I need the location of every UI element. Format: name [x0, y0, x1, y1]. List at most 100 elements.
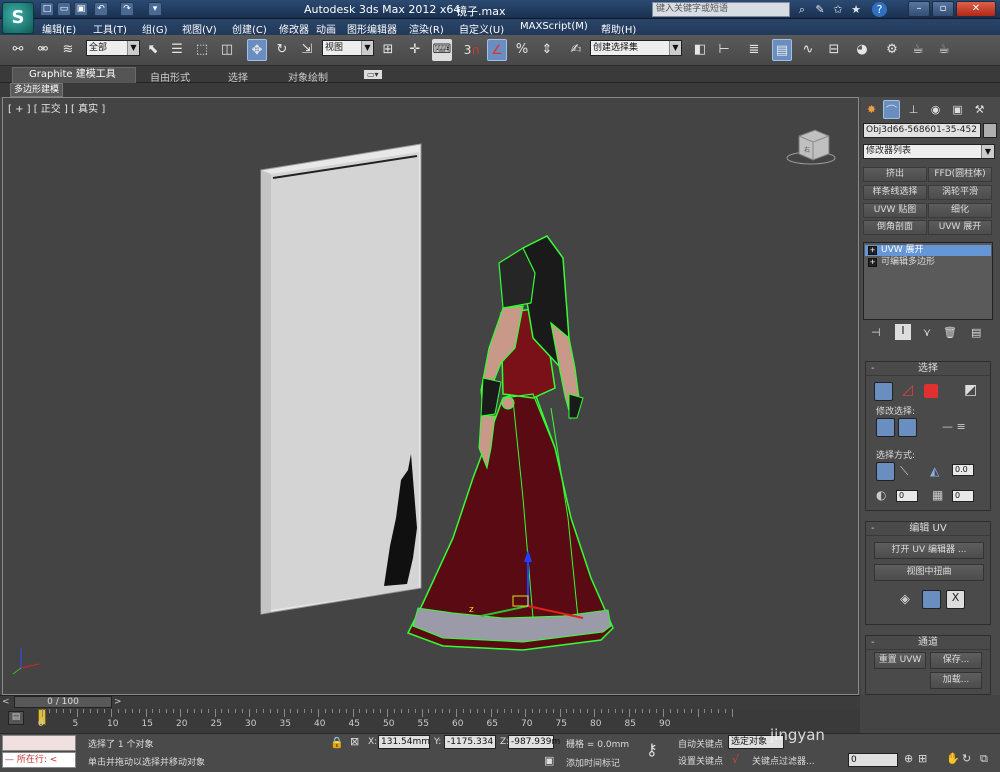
display-tab-icon[interactable]: ▣: [949, 100, 966, 119]
material-editor-icon[interactable]: ◕: [852, 39, 872, 61]
undo-icon[interactable]: ↶: [94, 2, 108, 16]
add-time-tag[interactable]: 添加时间标记: [566, 756, 620, 769]
edit-named-sets-icon[interactable]: ✍: [566, 39, 586, 61]
planar-map-icon[interactable]: [922, 590, 941, 609]
make-unique-icon[interactable]: ⋎: [923, 326, 931, 339]
menu-graph-editors[interactable]: 图形编辑器: [347, 21, 397, 36]
modifier-ffd-button[interactable]: FFD(圆柱体): [928, 167, 992, 182]
polygon-mode-icon[interactable]: [924, 384, 938, 398]
menu-create[interactable]: 创建(C): [232, 21, 267, 36]
vertex-mode-icon[interactable]: [874, 382, 893, 401]
select-move-icon[interactable]: ✥: [247, 39, 267, 61]
modifier-unwrap-uvw-button[interactable]: UVW 展开: [928, 220, 992, 235]
select-manipulate-icon[interactable]: ✛: [405, 39, 425, 61]
ignore-backfaces-icon[interactable]: ⟍: [900, 464, 908, 479]
hierarchy-tab-icon[interactable]: ⊥: [905, 100, 922, 119]
configure-sets-icon[interactable]: ▤: [971, 326, 981, 339]
save-icon[interactable]: ▣: [74, 2, 88, 16]
track-bar[interactable]: ▤ 0 5 10 15 20 25 30 35 40 45 50 55 60 65 70 75 80 85 90: [0, 709, 860, 733]
select-by-element-icon[interactable]: [876, 462, 895, 481]
light-bulb-icon[interactable]: +: [868, 246, 877, 255]
maximize-button[interactable]: ▫: [932, 1, 954, 17]
z-coord-field[interactable]: -987.939m: [508, 735, 560, 749]
absolute-mode-icon[interactable]: ⊠: [350, 735, 359, 748]
rendered-frame-icon[interactable]: ☕: [908, 39, 928, 61]
modifier-extrude-button[interactable]: 挤出: [863, 167, 927, 182]
graphite-toggle-icon[interactable]: ▤: [772, 39, 792, 61]
select-by-id-icon[interactable]: ◐: [876, 488, 886, 502]
menu-animation[interactable]: 动画: [316, 21, 336, 36]
menu-modifiers[interactable]: 修改器: [279, 21, 309, 36]
menu-views[interactable]: 视图(V): [182, 21, 217, 36]
shrink-selection-icon[interactable]: [898, 418, 917, 437]
binoculars-icon[interactable]: ⌕: [794, 2, 810, 17]
keyboard-shortcut-icon[interactable]: ⌨: [432, 39, 452, 61]
menu-edit[interactable]: 编辑(E): [42, 21, 76, 36]
pan-icon[interactable]: ✋: [946, 752, 960, 765]
menu-maxscript[interactable]: MAXScript(M): [520, 21, 588, 32]
select-rotate-icon[interactable]: ↻: [272, 39, 292, 61]
modifier-uvw-map-button[interactable]: UVW 贴图: [863, 203, 927, 218]
select-scale-icon[interactable]: ⇲: [297, 39, 317, 61]
create-tab-icon[interactable]: ✸: [863, 100, 880, 119]
modifier-turbosmooth-button[interactable]: 涡轮平滑: [928, 185, 992, 200]
render-icon[interactable]: ☕: [934, 39, 954, 61]
menu-customize[interactable]: 自定义(U): [459, 21, 504, 36]
planar-angle-icon[interactable]: ◭: [930, 464, 939, 478]
menu-tools[interactable]: 工具(T): [93, 21, 127, 36]
spinner-snap-icon[interactable]: ⇕: [537, 39, 557, 61]
element-mode-icon[interactable]: ◩: [964, 382, 977, 398]
maximize-viewport-icon[interactable]: ⧉: [980, 752, 988, 766]
tab-polygon-modeling[interactable]: 多边形建模: [10, 83, 64, 97]
save-uv-button[interactable]: 保存...: [930, 652, 982, 669]
reset-uvw-button[interactable]: 重置 UVW: [874, 652, 926, 669]
object-name-field[interactable]: Obj3d66-568601-35-452: [863, 123, 981, 138]
tweak-in-view-button[interactable]: 视图中扭曲: [874, 564, 984, 581]
tools-icon[interactable]: ✎: [812, 2, 828, 17]
load-uv-button[interactable]: 加载...: [930, 672, 982, 689]
zoom-icon[interactable]: ⊕: [904, 752, 913, 765]
key-icon[interactable]: ⚷: [646, 740, 658, 759]
expand-icon[interactable]: +: [868, 258, 877, 267]
curve-editor-icon[interactable]: ∿: [798, 39, 818, 61]
object-color-swatch[interactable]: [983, 123, 997, 138]
maxscript-listener[interactable]: [2, 735, 76, 751]
edge-mode-icon[interactable]: ◿: [898, 382, 917, 401]
select-by-name-icon[interactable]: ☰: [167, 39, 187, 61]
render-setup-icon[interactable]: ⚙: [882, 39, 902, 61]
pivot-center-icon[interactable]: ⊞: [378, 39, 398, 61]
loop-icon[interactable]: — ≡: [942, 420, 966, 433]
modifier-list-dropdown[interactable]: 修改器列表 ▼: [863, 144, 995, 159]
modifier-bevel-profile-button[interactable]: 倒角剖面: [863, 220, 927, 235]
select-object-icon[interactable]: ⬉: [143, 39, 163, 61]
remove-modifier-icon[interactable]: 🗑: [943, 326, 957, 339]
key-mode-icon[interactable]: √: [732, 753, 739, 766]
tab-selection[interactable]: 选择: [228, 69, 248, 84]
key-filters-button[interactable]: 关键点过滤器...: [752, 754, 815, 767]
rect-selection-icon[interactable]: ⬚: [192, 39, 212, 61]
new-icon[interactable]: □: [40, 2, 54, 16]
angle-snap-icon[interactable]: ∠: [487, 39, 507, 61]
stack-item-editable-poly[interactable]: + 可编辑多边形: [865, 257, 991, 268]
star-icon[interactable]: ★: [848, 2, 864, 17]
menu-rendering[interactable]: 渲染(R): [409, 21, 444, 36]
channel-title[interactable]: 通道: [866, 636, 990, 650]
mirror-icon[interactable]: ◧: [690, 39, 710, 61]
percent-snap-icon[interactable]: %: [512, 39, 532, 61]
utilities-tab-icon[interactable]: ⚒: [971, 100, 988, 119]
menu-help[interactable]: 帮助(H): [601, 21, 636, 36]
ribbon-options-icon[interactable]: ▭▾: [364, 70, 382, 79]
motion-tab-icon[interactable]: ◉: [927, 100, 944, 119]
selection-filter-dropdown[interactable]: 全部 ▼: [86, 40, 140, 56]
reference-coord-dropdown[interactable]: 视图 ▼: [322, 40, 374, 56]
quick-planar-icon[interactable]: ◈: [900, 592, 910, 607]
next-frame-button[interactable]: >: [114, 697, 122, 707]
help-icon[interactable]: ?: [872, 2, 887, 17]
open-icon[interactable]: ▭: [57, 2, 71, 16]
schematic-view-icon[interactable]: ⊟: [824, 39, 844, 61]
grow-selection-icon[interactable]: [876, 418, 895, 437]
tab-graphite[interactable]: Graphite 建模工具: [12, 67, 136, 83]
link-icon[interactable]: ⚯: [8, 39, 28, 61]
open-uv-editor-button[interactable]: 打开 UV 编辑器 ...: [874, 542, 984, 559]
tab-object-paint[interactable]: 对象绘制: [288, 69, 328, 84]
